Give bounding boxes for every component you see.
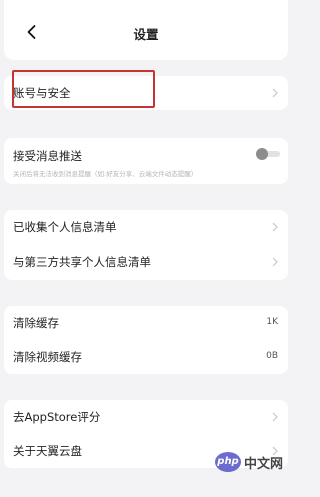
navigation-bar: 设置 [4, 0, 288, 60]
about-app-label: 关于天翼云盘 [13, 444, 82, 458]
page-title: 设置 [133, 27, 159, 42]
collected-info-label: 已收集个人信息清单 [13, 220, 117, 234]
shared-info-label: 与第三方共享个人信息清单 [13, 255, 151, 269]
appstore-rating-row[interactable]: 去AppStore评分 [4, 400, 288, 434]
chevron-right-icon [272, 412, 278, 422]
collected-info-row[interactable]: 已收集个人信息清单 [4, 210, 288, 244]
chevron-right-icon [272, 222, 278, 232]
watermark-logo: php [215, 452, 241, 472]
cache-size-value: 1K [266, 317, 278, 327]
shared-info-row[interactable]: 与第三方共享个人信息清单 [4, 245, 288, 279]
push-notification-label: 接受消息推送 [13, 149, 82, 163]
watermark-text: 中文网 [244, 457, 284, 472]
privacy-card: 已收集个人信息清单 与第三方共享个人信息清单 [4, 210, 288, 280]
cache-card: 清除缓存 1K 清除视频缓存 0B [4, 306, 288, 374]
toggle-knob [256, 148, 268, 160]
chevron-right-icon [272, 88, 278, 98]
settings-screen: 设置 账号与安全 接受消息推送 关闭后将无法收到消息提醒（如:好友分享、云端文件… [4, 0, 288, 497]
clear-cache-row[interactable]: 清除缓存 1K [4, 306, 288, 340]
chevron-right-icon [272, 257, 278, 267]
highlight-box [12, 70, 155, 108]
appstore-rating-label: 去AppStore评分 [13, 410, 101, 424]
clear-video-cache-label: 清除视频缓存 [13, 350, 82, 364]
push-notification-toggle[interactable] [256, 147, 282, 161]
clear-video-cache-row[interactable]: 清除视频缓存 0B [4, 340, 288, 374]
video-cache-size-value: 0B [266, 351, 278, 361]
clear-cache-label: 清除缓存 [13, 316, 59, 330]
watermark: php 中文网 [215, 448, 287, 482]
push-notification-description: 关闭后将无法收到消息提醒（如:好友分享、云端文件动态提醒） [13, 170, 198, 178]
